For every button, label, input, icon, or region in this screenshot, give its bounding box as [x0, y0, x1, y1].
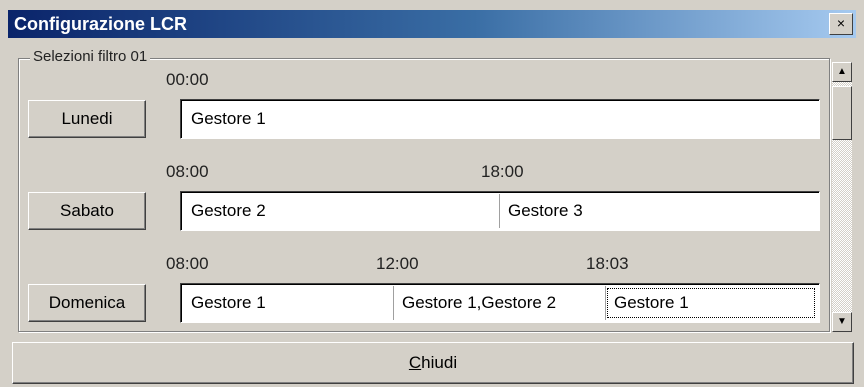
schedule-segment[interactable]: Gestore 1 [183, 286, 393, 320]
arrow-down-icon: ▼ [837, 316, 847, 327]
day-button-label: Domenica [48, 293, 126, 312]
title-bar: Configurazione LCR × [8, 10, 856, 38]
time-label: 12:00 [376, 254, 419, 273]
schedule-bar-domenica: Gestore 1 Gestore 1,Gestore 2 Gestore 1 [180, 283, 820, 323]
time-label: 08:00 [166, 254, 209, 273]
schedule-segment[interactable]: Gestore 1 [183, 102, 817, 136]
chiudi-accel: C [408, 353, 422, 372]
arrow-up-icon: ▲ [837, 66, 847, 77]
close-icon: × [836, 15, 846, 31]
scroll-up-button[interactable]: ▲ [832, 62, 852, 82]
schedule-bar-sabato: Gestore 2 Gestore 3 [180, 191, 820, 231]
day-button-domenica[interactable]: Domenica [28, 284, 146, 322]
day-button-sabato[interactable]: Sabato [28, 192, 146, 230]
time-label: 08:00 [166, 162, 209, 181]
vertical-scrollbar[interactable]: ▲ ▼ [832, 62, 852, 332]
schedule-segment[interactable]: Gestore 3 [499, 194, 817, 228]
schedule-bar-lunedi: Gestore 1 [180, 99, 820, 139]
time-label: 18:00 [481, 162, 524, 181]
scroll-down-button[interactable]: ▼ [832, 312, 852, 332]
lcr-config-window: Configurazione LCR × Selezioni filtro 01… [0, 0, 864, 387]
close-window-button[interactable]: × [829, 13, 853, 35]
day-button-label: Lunedi [61, 109, 113, 128]
scroll-thumb[interactable] [832, 86, 852, 140]
day-button-lunedi[interactable]: Lunedi [28, 100, 146, 138]
schedule-segment[interactable]: Gestore 1,Gestore 2 [393, 286, 605, 320]
filter-group-label: Selezioni filtro 01 [30, 48, 151, 65]
schedule-segment-selected[interactable]: Gestore 1 [605, 286, 817, 320]
window-title: Configurazione LCR [14, 14, 187, 34]
day-button-label: Sabato [60, 201, 114, 220]
chiudi-label: hiudi [421, 353, 458, 372]
chiudi-button[interactable]: Chiudi [12, 342, 854, 384]
time-label: 00:00 [166, 70, 209, 89]
time-label: 18:03 [586, 254, 629, 273]
schedule-segment[interactable]: Gestore 2 [183, 194, 499, 228]
